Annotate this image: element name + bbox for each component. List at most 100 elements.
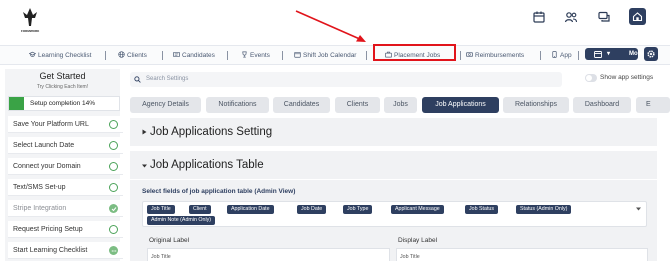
display-label-field[interactable]: Job Title (396, 248, 648, 261)
original-label-field[interactable]: Job Title (147, 248, 390, 261)
nav-divider (227, 51, 228, 60)
tab-clients[interactable]: Clients (335, 97, 380, 113)
caret-right-icon (142, 129, 147, 135)
phone-icon (552, 51, 557, 58)
placement-jobs-highlight (373, 44, 456, 61)
sidebar-item-connect-domain[interactable]: Connect your Domain (8, 158, 123, 175)
tab-relationships[interactable]: Relationships (503, 97, 569, 113)
more-menu-button[interactable]: More ▾ (585, 48, 643, 60)
setup-progress: Setup completion 14% (8, 96, 120, 111)
nav-divider (460, 51, 461, 60)
calendar-icon[interactable] (532, 10, 546, 24)
circle-icon (109, 183, 118, 192)
sidebar-item-label: Connect your Domain (13, 163, 81, 170)
section-title: Job Applications Table (150, 159, 264, 171)
sidebar-item-sms-setup[interactable]: Text/SMS Set-up (8, 179, 123, 196)
display-label-heading: Display Label (398, 237, 438, 244)
progress-fill (9, 97, 24, 110)
nav-app[interactable]: App (551, 51, 572, 61)
globe-icon (118, 51, 125, 58)
section-title: Job Applications Setting (150, 126, 273, 138)
field-chip[interactable]: Job Type (343, 205, 373, 214)
search-icon (134, 76, 141, 83)
settings-button[interactable] (644, 47, 658, 61)
nav-learning-checklist[interactable]: Learning Checklist (29, 51, 91, 61)
sidebar-item-launch-date[interactable]: Select Launch Date (8, 137, 123, 154)
field-chip[interactable]: Admin Note (Admin Only) (147, 216, 216, 225)
sidebar-item-stripe[interactable]: Stripe Integration (8, 200, 123, 217)
calendar-icon (294, 51, 301, 58)
settings-search-input[interactable]: Search Settings (130, 72, 562, 87)
sidebar-item-learning-checklist[interactable]: Start Learning Checklist (8, 242, 123, 259)
field-chip[interactable]: Job Title (147, 205, 175, 214)
nav-divider (540, 51, 541, 60)
tab-jobs[interactable]: Jobs (384, 97, 417, 113)
original-label-value: Job Title (151, 254, 171, 260)
show-app-settings-toggle[interactable] (585, 74, 597, 82)
nav-events[interactable]: Events (241, 51, 270, 61)
sidebar-title: Get Started (39, 71, 86, 81)
sidebar-item-label: Select Launch Date (13, 142, 75, 149)
money-icon (466, 52, 473, 57)
chat-icon[interactable] (597, 10, 611, 24)
tab-candidates[interactable]: Candidates (273, 97, 330, 113)
field-chip[interactable]: Job Date (297, 205, 327, 214)
nav-reimbursements[interactable]: Reimbursements (466, 51, 524, 61)
more-label: More (629, 51, 644, 57)
trophy-icon (242, 51, 247, 58)
job-applications-table-section[interactable]: Job Applications Table (130, 151, 657, 179)
card-icon (594, 50, 602, 58)
sidebar-item-label: Request Pricing Setup (13, 226, 83, 233)
circle-icon (109, 120, 118, 129)
check-circle-icon (109, 204, 118, 213)
nav-shift-job-calendar[interactable]: Shift Job Calendar (294, 51, 356, 61)
field-chip[interactable]: Client (189, 205, 211, 214)
display-label-value: Job Title (400, 254, 420, 260)
users-icon[interactable] (564, 10, 578, 24)
logo[interactable] (20, 6, 40, 30)
nav-divider (105, 51, 106, 60)
sidebar-subtitle: Try Clicking Each Item! (36, 84, 89, 90)
select-fields-label: Select fields of job application table (… (142, 188, 296, 195)
main-nav: Learning Checklist Clients Candidates Ev… (0, 45, 670, 65)
field-chip[interactable]: Applicant Message (391, 205, 444, 214)
field-chip[interactable]: Application Date (227, 205, 274, 214)
nav-divider (162, 51, 163, 60)
gear-icon (647, 50, 655, 58)
sidebar-item-label: Text/SMS Set-up (13, 184, 66, 191)
fields-multiselect[interactable]: Job Title Client Application Date Job Da… (142, 201, 647, 227)
caret-down-icon (142, 164, 147, 168)
chevron-down-icon[interactable] (636, 207, 641, 211)
field-chip[interactable]: Status (Admin Only) (516, 205, 572, 214)
sidebar-item-label: Start Learning Checklist (13, 247, 88, 254)
job-applications-setting-section[interactable]: Job Applications Setting (130, 118, 657, 146)
get-started-sidebar: Get Started Try Clicking Each Item! Setu… (5, 69, 123, 261)
sidebar-item-save-url[interactable]: Save Your Platform URL (8, 116, 123, 133)
nav-clients[interactable]: Clients (118, 51, 147, 61)
id-card-icon (173, 51, 180, 58)
nav-divider (366, 51, 367, 60)
sidebar-item-pricing[interactable]: Request Pricing Setup (8, 221, 123, 238)
tab-dashboard[interactable]: Dashboard (573, 97, 631, 113)
sidebar-item-label: Stripe Integration (13, 205, 67, 212)
progress-label: Setup completion 14% (30, 100, 96, 107)
tab-notifications[interactable]: Notifications (206, 97, 269, 113)
more-dots-icon (109, 246, 118, 255)
nav-divider (578, 51, 579, 60)
original-label-heading: Original Label (149, 237, 190, 244)
circle-icon (109, 225, 118, 234)
nav-divider (282, 51, 283, 60)
tab-agency-details[interactable]: Agency Details (130, 97, 201, 113)
toggle-label: Show app settings (600, 74, 654, 81)
search-placeholder: Search Settings (146, 76, 189, 82)
graduation-cap-icon (29, 51, 36, 57)
logo-text: FORMWORK (21, 29, 40, 33)
circle-icon (109, 141, 118, 150)
top-header: FORMWORK (0, 0, 670, 38)
sidebar-item-label: Save Your Platform URL (13, 121, 89, 128)
tab-job-applications[interactable]: Job Applications (422, 97, 499, 113)
home-button[interactable] (629, 8, 646, 25)
tab-overflow[interactable]: E (636, 97, 670, 113)
nav-candidates[interactable]: Candidates (173, 51, 215, 61)
field-chip[interactable]: Job Status (465, 205, 499, 214)
